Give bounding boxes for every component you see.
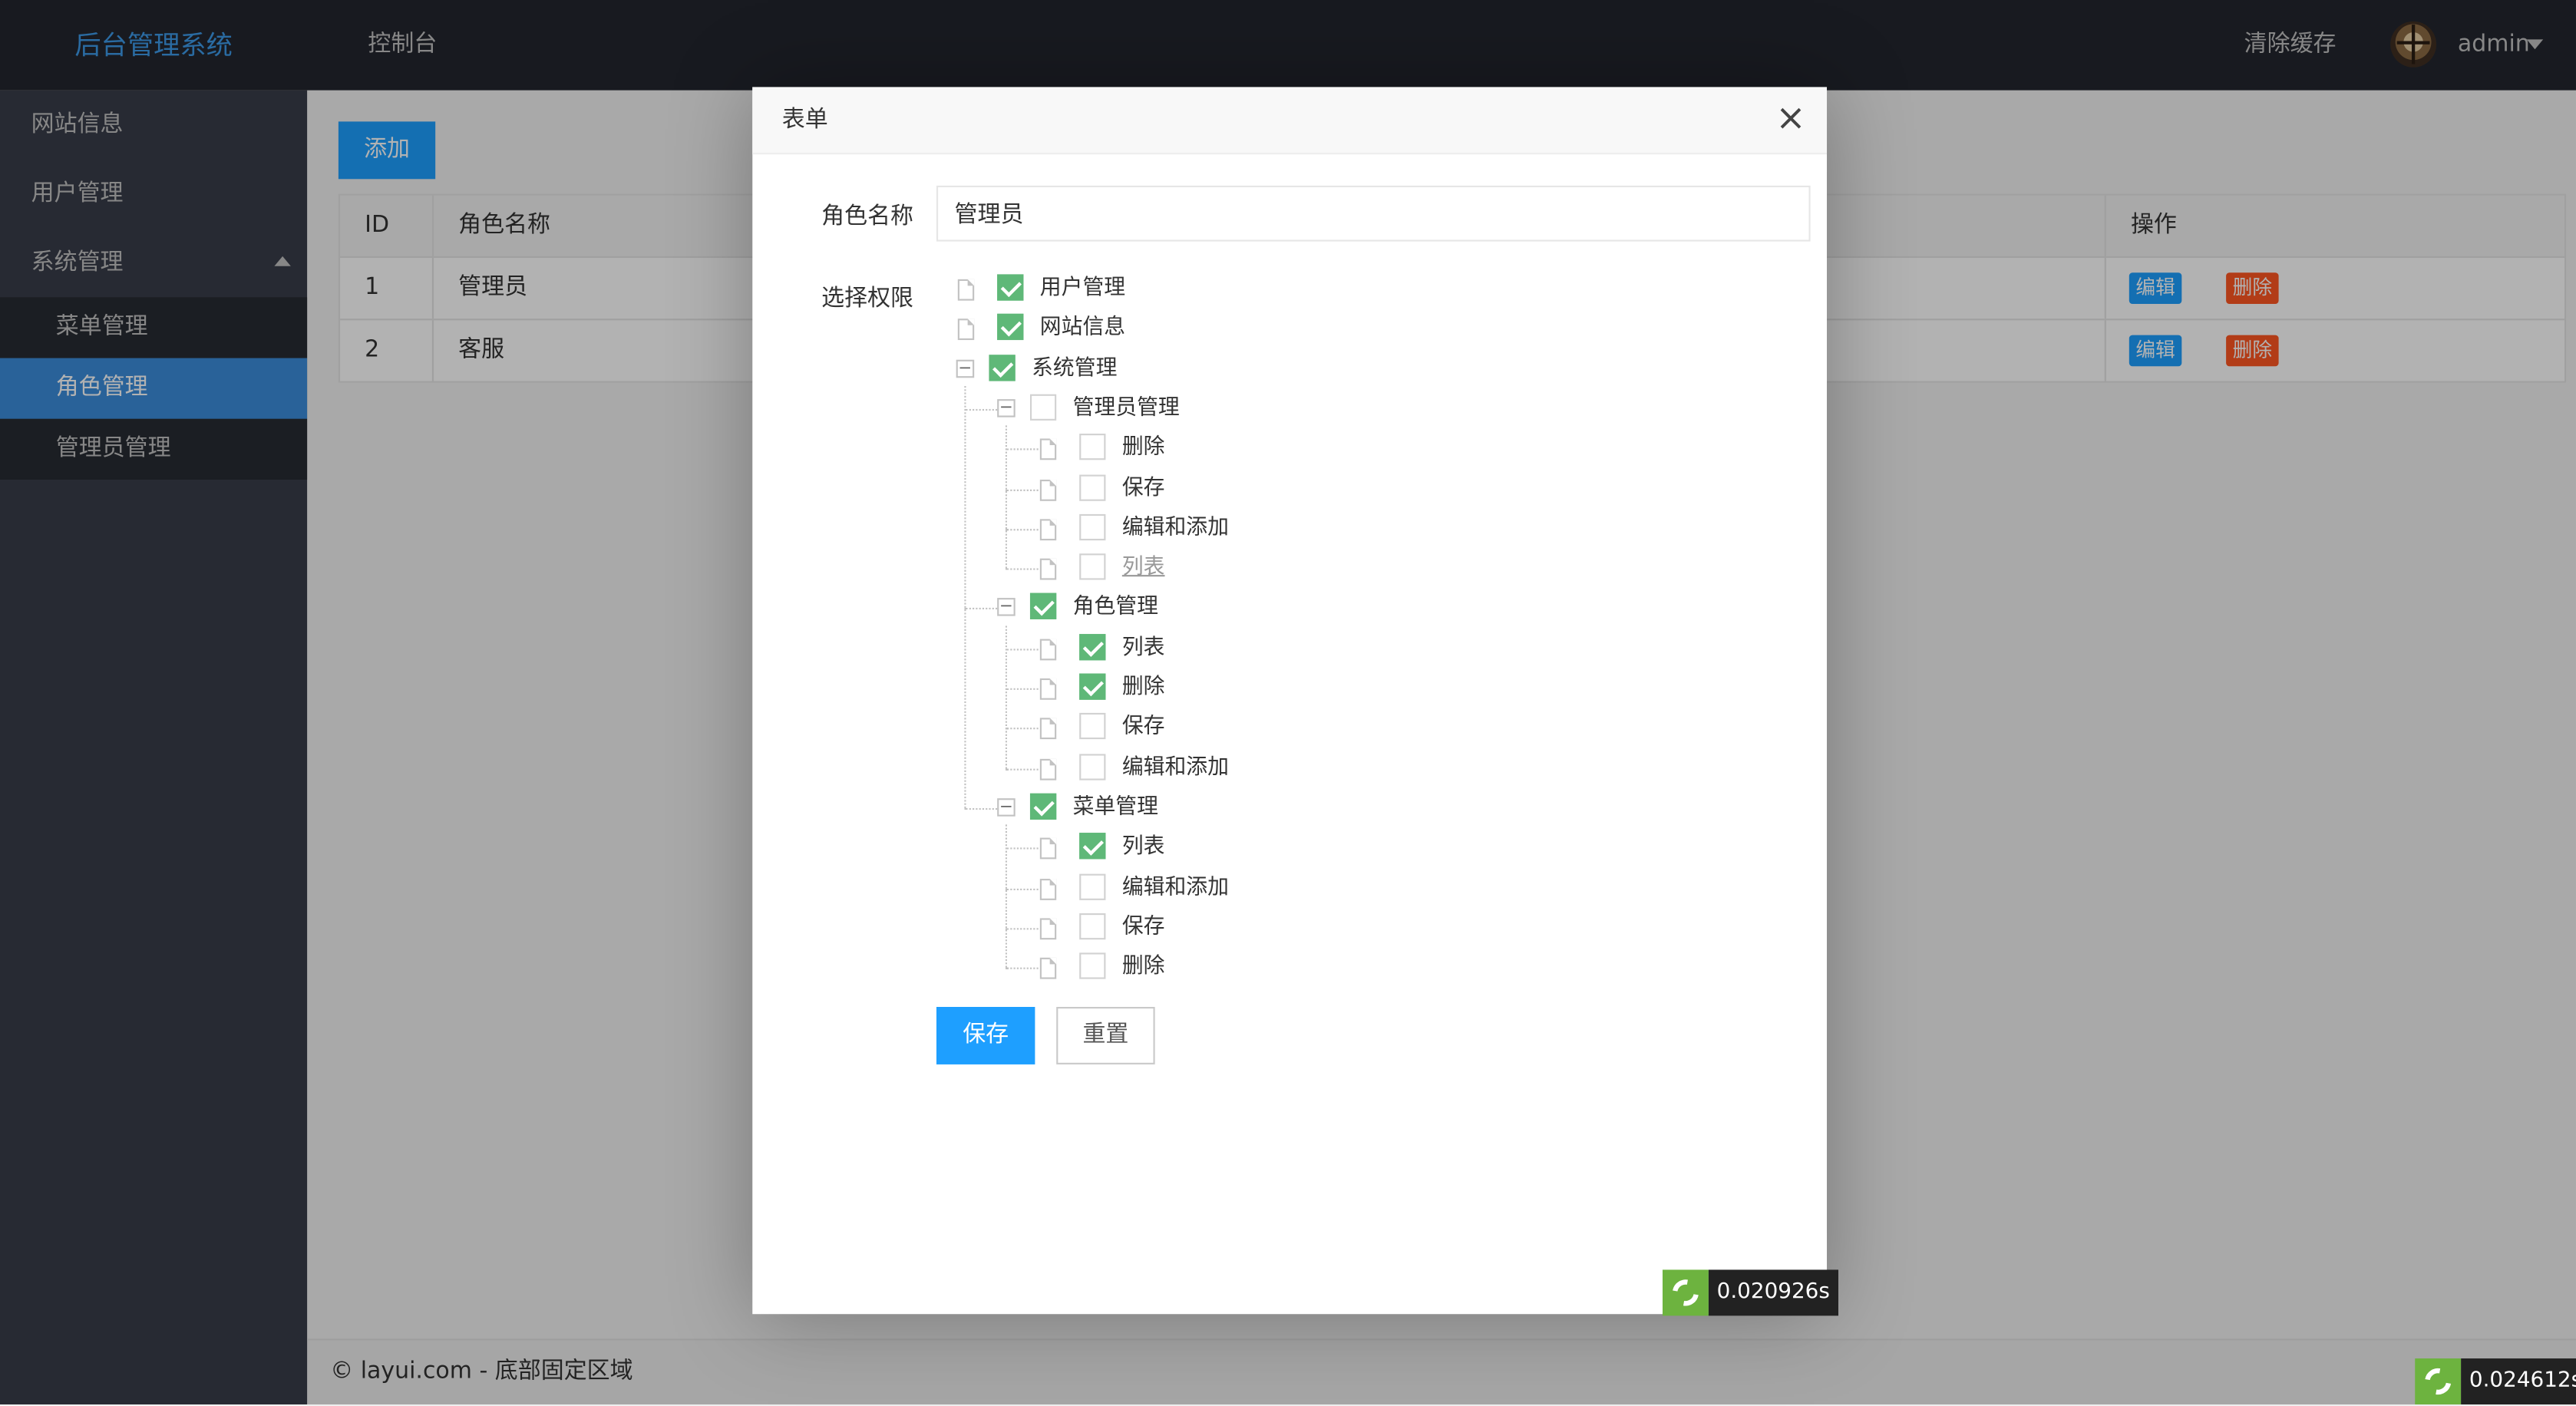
page-timing-badge[interactable]: 0.024612s <box>2461 1358 2576 1404</box>
tree-connector <box>1005 967 1039 969</box>
tree-node-label: 删除 <box>1121 675 1165 700</box>
debug-logo-icon[interactable] <box>2415 1358 2462 1404</box>
document-icon <box>957 279 975 301</box>
tree-node-label: 编辑和添加 <box>1121 874 1229 899</box>
tree-guide-line <box>1005 824 1008 968</box>
tree-connector <box>1005 688 1039 690</box>
document-icon <box>1039 917 1057 939</box>
tree-node-label: 系统管理 <box>1032 355 1118 381</box>
document-icon <box>1039 478 1057 500</box>
checkbox[interactable] <box>1079 673 1106 700</box>
checkbox[interactable] <box>989 354 1016 381</box>
tree-connector <box>1005 528 1039 530</box>
document-icon <box>1039 558 1057 580</box>
tree-connector <box>1005 927 1039 929</box>
tree-connector <box>1005 728 1039 730</box>
document-icon <box>957 318 975 341</box>
checkbox[interactable] <box>997 314 1024 341</box>
tree-node[interactable]: 保存 <box>1039 472 1531 511</box>
dialog-timing-badge[interactable]: 0.020926s <box>1708 1269 1838 1316</box>
checkbox[interactable] <box>1029 593 1057 620</box>
tree-node[interactable]: 保存 <box>1039 911 1531 950</box>
tree-node[interactable]: 删除 <box>1039 672 1531 711</box>
tree-node-label: 管理员管理 <box>1072 395 1180 421</box>
checkbox[interactable] <box>1029 394 1057 421</box>
tree-node-label: 角色管理 <box>1072 595 1158 620</box>
document-icon <box>1039 837 1057 860</box>
tree-connector <box>1005 488 1039 490</box>
tree-node-label: 网站信息 <box>1039 315 1126 341</box>
tree-node[interactable]: 删除 <box>1039 951 1531 990</box>
tree-node[interactable]: 删除 <box>1039 432 1531 471</box>
collapse-icon[interactable]: − <box>997 797 1016 817</box>
checkbox[interactable] <box>1079 713 1106 740</box>
tree-connector <box>1005 568 1039 570</box>
tree-guide-line <box>964 385 966 808</box>
tree-node-label: 删除 <box>1121 954 1165 979</box>
checkbox[interactable] <box>1029 793 1057 820</box>
collapse-icon[interactable]: − <box>956 358 975 378</box>
tree-node-label: 列表 <box>1121 834 1165 860</box>
document-icon <box>1039 638 1057 660</box>
tree-node[interactable]: 用户管理 <box>956 272 1449 312</box>
tree-node-label: 删除 <box>1121 435 1165 460</box>
tree-node-label: 编辑和添加 <box>1121 515 1229 540</box>
tree-node[interactable]: 保存 <box>1039 711 1531 751</box>
tree-connector <box>964 408 998 411</box>
document-icon <box>1039 757 1057 780</box>
tree-node[interactable]: 编辑和添加 <box>1039 512 1531 551</box>
document-icon <box>1039 678 1057 700</box>
tree-connector <box>964 608 998 610</box>
tree-node-label: 列表 <box>1121 635 1165 660</box>
checkbox[interactable] <box>1079 434 1106 460</box>
checkbox[interactable] <box>997 274 1024 301</box>
tree-node[interactable]: 列表 <box>1039 632 1531 671</box>
document-icon <box>1039 718 1057 740</box>
tree-node-label: 用户管理 <box>1039 276 1126 301</box>
document-icon <box>1039 957 1057 979</box>
tree-guide-line <box>1005 625 1008 768</box>
tree-node-label: 编辑和添加 <box>1121 754 1229 780</box>
form-dialog: 表单 × 角色名称 选择权限 用户管理网站信息−系统管理−管理员管理删除保存编辑… <box>752 87 1838 1316</box>
tree-node[interactable]: 网站信息 <box>956 312 1449 352</box>
checkbox[interactable] <box>1079 633 1106 660</box>
collapse-icon[interactable]: − <box>997 598 1016 617</box>
save-button[interactable]: 保存 <box>936 1007 1035 1064</box>
reset-button[interactable]: 重置 <box>1056 1007 1155 1064</box>
tree-connector <box>1005 887 1039 889</box>
checkbox[interactable] <box>1079 873 1106 899</box>
tree-node[interactable]: 编辑和添加 <box>1039 871 1531 910</box>
document-icon <box>1039 877 1057 899</box>
checkbox[interactable] <box>1079 913 1106 939</box>
tree-node[interactable]: 列表 <box>1039 831 1531 870</box>
checkbox[interactable] <box>1079 952 1106 979</box>
collapse-icon[interactable]: − <box>997 398 1016 418</box>
checkbox[interactable] <box>1079 553 1106 580</box>
checkbox[interactable] <box>1079 513 1106 540</box>
tree-connector <box>1005 847 1039 850</box>
tree-node[interactable]: − 角色管理 <box>997 592 1490 631</box>
tree-connector <box>1005 448 1039 451</box>
tree-node-label: 保存 <box>1121 715 1165 740</box>
tree-node[interactable]: − 菜单管理 <box>997 791 1490 830</box>
checkbox[interactable] <box>1079 753 1106 780</box>
tree-node-label: 菜单管理 <box>1072 794 1158 820</box>
debug-logo-icon[interactable] <box>1662 1269 1709 1316</box>
tree-node[interactable]: − 系统管理 <box>956 352 1449 391</box>
checkbox[interactable] <box>1079 474 1106 500</box>
tree-connector <box>1005 767 1039 770</box>
tree-node-label: 列表 <box>1121 555 1165 580</box>
permission-tree: 用户管理 网站信息 − 系统管理 − 管理员管理 删除 保存 编辑和添加 列表 − 角色管理 列表 删除保… <box>752 87 1827 1007</box>
tree-node[interactable]: 编辑和添加 <box>1039 751 1531 790</box>
tree-node-label: 保存 <box>1121 475 1165 500</box>
checkbox[interactable] <box>1079 833 1106 860</box>
tree-guide-line <box>1005 425 1008 569</box>
tree-node-label: 保存 <box>1121 914 1165 939</box>
document-icon <box>1039 518 1057 540</box>
tree-connector <box>964 807 998 810</box>
document-icon <box>1039 438 1057 460</box>
tree-node[interactable]: 列表 <box>1039 552 1531 591</box>
tree-node[interactable]: − 管理员管理 <box>997 392 1490 431</box>
tree-connector <box>1005 648 1039 650</box>
